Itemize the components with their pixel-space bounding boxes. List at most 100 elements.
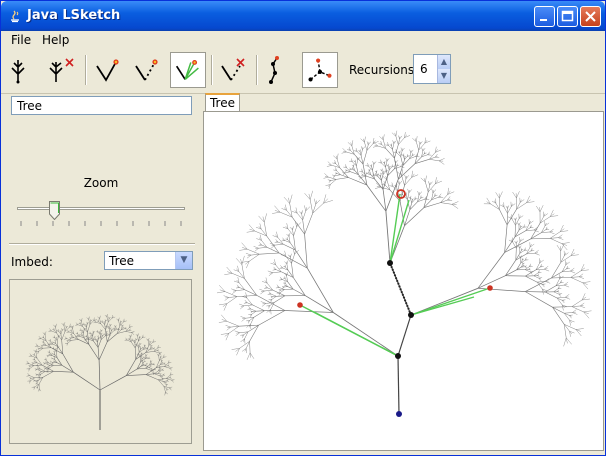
close-button[interactable] [580, 6, 601, 27]
tree-branch [42, 343, 45, 345]
recursions-spinner[interactable]: 6 ▲ ▼ [413, 54, 451, 84]
tree-branch [284, 288, 294, 290]
zoom-slider-thumb[interactable] [48, 201, 60, 220]
tree-branch [63, 325, 66, 332]
root-node[interactable] [396, 411, 402, 417]
zoom-label: Zoom [83, 176, 119, 190]
tree-branch [304, 205, 306, 212]
tree-branch [98, 331, 100, 333]
toolbar-separator [85, 55, 87, 85]
tree-branch [372, 161, 374, 165]
tree-branch [46, 363, 49, 365]
tree-branch [241, 264, 245, 279]
tree-branch [563, 281, 569, 286]
tree-node[interactable] [395, 353, 401, 359]
tree-branch [279, 267, 283, 269]
tree-branch [145, 367, 151, 371]
menu-file[interactable]: File [11, 33, 31, 47]
tree-branch [246, 352, 251, 360]
tree-branch [538, 277, 543, 279]
tree-branch [28, 363, 35, 366]
tree-branch [490, 203, 500, 210]
tree-branch [495, 192, 500, 199]
branch-endpoint-node[interactable] [297, 302, 303, 308]
spinner-up-button[interactable]: ▲ [437, 55, 450, 69]
tree-branch [309, 199, 313, 214]
toolbar-separator [256, 55, 258, 85]
toolbar [1, 49, 605, 94]
zoom-slider-track[interactable] [17, 207, 185, 210]
tree-branch [50, 360, 52, 362]
maximize-button[interactable] [557, 6, 578, 27]
tree-branch [276, 295, 285, 297]
tree-branch [398, 135, 400, 140]
tree-branch [83, 329, 85, 334]
move-node-button[interactable] [261, 52, 297, 88]
imbed-select[interactable]: Tree ▼ [104, 251, 193, 270]
tree-branch [164, 366, 170, 369]
spinner-down-button[interactable]: ▼ [437, 69, 450, 83]
chevron-up-icon: ▲ [440, 57, 448, 66]
tree-branch [51, 357, 53, 359]
tree-branch [361, 146, 363, 150]
tree-branch [100, 331, 102, 335]
tree-branch [409, 149, 411, 153]
tree-branch [240, 316, 246, 319]
tree-branch [61, 328, 63, 331]
tree-branch [558, 237, 564, 240]
tree-branch [216, 291, 226, 294]
tree-branch [272, 269, 277, 271]
tree-branch [167, 365, 170, 367]
tree-branch [239, 249, 248, 251]
tree-branch [86, 323, 88, 328]
delete-branch-icon [49, 58, 74, 82]
tree-branch [405, 192, 407, 196]
tree-branch [404, 174, 407, 179]
branch-endpoint-node[interactable] [487, 285, 493, 291]
tree-branch [364, 136, 366, 143]
draw-segment-button[interactable] [91, 52, 127, 88]
tree-branch [310, 190, 313, 200]
delete-branch-button[interactable] [42, 52, 78, 88]
tree-branch [507, 205, 510, 209]
tree-branch [400, 166, 405, 168]
minimize-button[interactable] [534, 6, 555, 27]
tree-branch [284, 310, 334, 313]
tree-branch [62, 353, 74, 373]
tree-branch [570, 277, 583, 283]
draw-invisible-segment-button[interactable] [130, 52, 166, 88]
tree-branch [499, 191, 503, 199]
tree-node[interactable] [387, 260, 393, 266]
tree-branch [570, 276, 580, 278]
delete-segment-button[interactable] [216, 52, 252, 88]
recursions-value[interactable]: 6 [420, 62, 428, 76]
tree-branch [218, 321, 227, 323]
add-branch-button[interactable] [4, 52, 40, 88]
tree-branch [536, 205, 541, 213]
tree-branch [137, 336, 139, 342]
tree-branch [148, 340, 149, 346]
add-branch-icon [11, 60, 25, 84]
tree-node[interactable] [408, 312, 414, 318]
tree-branch [84, 323, 87, 326]
drawing-canvas[interactable] [203, 111, 604, 451]
fractal-tree-drawing[interactable] [204, 112, 603, 450]
tree-branch [512, 191, 517, 199]
chevron-down-icon[interactable]: ▼ [175, 252, 192, 269]
tree-branch [431, 188, 434, 194]
sketch-name-field[interactable]: Tree [11, 96, 192, 115]
tree-branch [264, 222, 267, 237]
select-node-button[interactable] [302, 52, 338, 88]
preview-tree-image [25, 313, 175, 430]
menu-help[interactable]: Help [42, 33, 69, 47]
title-bar[interactable]: Java LSketch [1, 1, 605, 31]
tab-tree[interactable]: Tree [205, 93, 240, 111]
tree-branch [234, 330, 240, 333]
tree-branch [107, 325, 109, 328]
tree-branch [530, 223, 541, 240]
tree-branch [159, 374, 163, 376]
tree-branch [284, 284, 286, 286]
tree-branch [425, 175, 427, 183]
tree-branch [158, 351, 163, 354]
draw-recursive-segment-button[interactable] [170, 52, 206, 88]
